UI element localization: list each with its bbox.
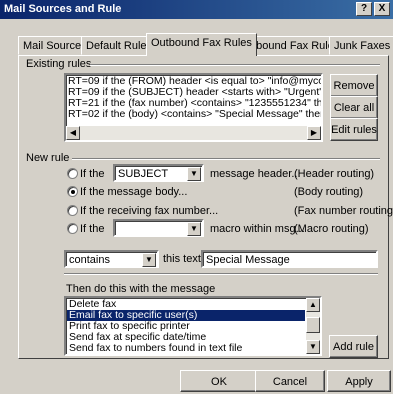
macro-routing-radio[interactable] bbox=[67, 223, 78, 234]
add-rule-button[interactable]: Add rule bbox=[329, 335, 378, 358]
option2-label: If the message body... bbox=[80, 186, 188, 198]
existing-rules-list[interactable]: RT=09 if the (FROM) header <is equal to>… bbox=[64, 73, 323, 142]
header-select[interactable]: SUBJECT ▼ bbox=[113, 164, 204, 182]
action-item[interactable]: Send fax to numbers found in text file bbox=[67, 343, 305, 354]
option1-type: (Header routing) bbox=[294, 168, 375, 180]
scroll-thumb[interactable] bbox=[306, 317, 320, 333]
body-routing-radio[interactable] bbox=[67, 186, 78, 197]
existing-rules-divider bbox=[90, 64, 380, 66]
chevron-down-icon[interactable]: ▼ bbox=[142, 253, 156, 267]
scroll-left-icon[interactable]: ◀ bbox=[66, 126, 80, 140]
scroll-up-icon[interactable]: ▲ bbox=[306, 298, 320, 312]
scroll-down-icon[interactable]: ▼ bbox=[306, 340, 320, 354]
option1-prefix: If the bbox=[80, 168, 105, 180]
action-list[interactable]: Delete fax Email fax to specific user(s)… bbox=[64, 296, 322, 356]
chevron-down-icon[interactable]: ▼ bbox=[187, 167, 201, 181]
rule-text-input[interactable]: Special Message bbox=[201, 250, 378, 268]
option3-type: (Fax number routing) bbox=[294, 205, 393, 217]
condition-select-value: contains bbox=[69, 254, 110, 266]
option2-type: (Body routing) bbox=[294, 186, 364, 198]
tab-junk-faxes[interactable]: Junk Faxes bbox=[329, 36, 393, 55]
option4-type: (Macro routing) bbox=[294, 223, 369, 235]
title-bar: Mail Sources and Rule ? X bbox=[0, 0, 393, 19]
option4-suffix: macro within msg... bbox=[210, 223, 305, 235]
edit-rules-button[interactable]: Edit rules bbox=[330, 118, 378, 141]
action-label: Then do this with the message bbox=[66, 283, 216, 295]
option4-prefix: If the bbox=[80, 223, 105, 235]
chevron-down-icon[interactable]: ▼ bbox=[187, 222, 201, 236]
fax-number-routing-radio[interactable] bbox=[67, 205, 78, 216]
tab-outbound-fax-rules[interactable]: Outbound Fax Rules bbox=[146, 33, 257, 56]
action-scrollbar[interactable]: ▲ ▼ bbox=[306, 298, 320, 354]
rule-text-value: Special Message bbox=[206, 254, 290, 266]
close-button[interactable]: X bbox=[374, 2, 390, 16]
header-select-value: SUBJECT bbox=[118, 168, 169, 180]
condition-select[interactable]: contains ▼ bbox=[64, 250, 159, 268]
option1-suffix: message header... bbox=[210, 168, 301, 180]
ok-button[interactable]: OK bbox=[180, 370, 258, 392]
action-divider bbox=[64, 273, 378, 275]
apply-button[interactable]: Apply bbox=[327, 370, 391, 392]
scroll-right-icon[interactable]: ▶ bbox=[307, 126, 321, 140]
this-text-label: this text bbox=[163, 253, 201, 265]
remove-button[interactable]: Remove bbox=[330, 74, 378, 97]
new-rule-label: New rule bbox=[26, 152, 70, 164]
option3-label: If the receiving fax number... bbox=[80, 205, 219, 217]
new-rule-divider bbox=[72, 158, 380, 160]
horizontal-scrollbar[interactable]: ◀ ▶ bbox=[66, 126, 321, 140]
clear-all-button[interactable]: Clear all bbox=[330, 96, 378, 119]
existing-rules-label: Existing rules bbox=[26, 58, 92, 70]
macro-select[interactable]: ▼ bbox=[113, 219, 204, 237]
header-routing-radio[interactable] bbox=[67, 168, 78, 179]
help-button[interactable]: ? bbox=[356, 2, 372, 16]
cancel-button[interactable]: Cancel bbox=[255, 370, 325, 392]
window-title: Mail Sources and Rule bbox=[4, 3, 122, 15]
rule-item[interactable]: RT=02 if the (body) <contains> "Special … bbox=[68, 108, 321, 120]
